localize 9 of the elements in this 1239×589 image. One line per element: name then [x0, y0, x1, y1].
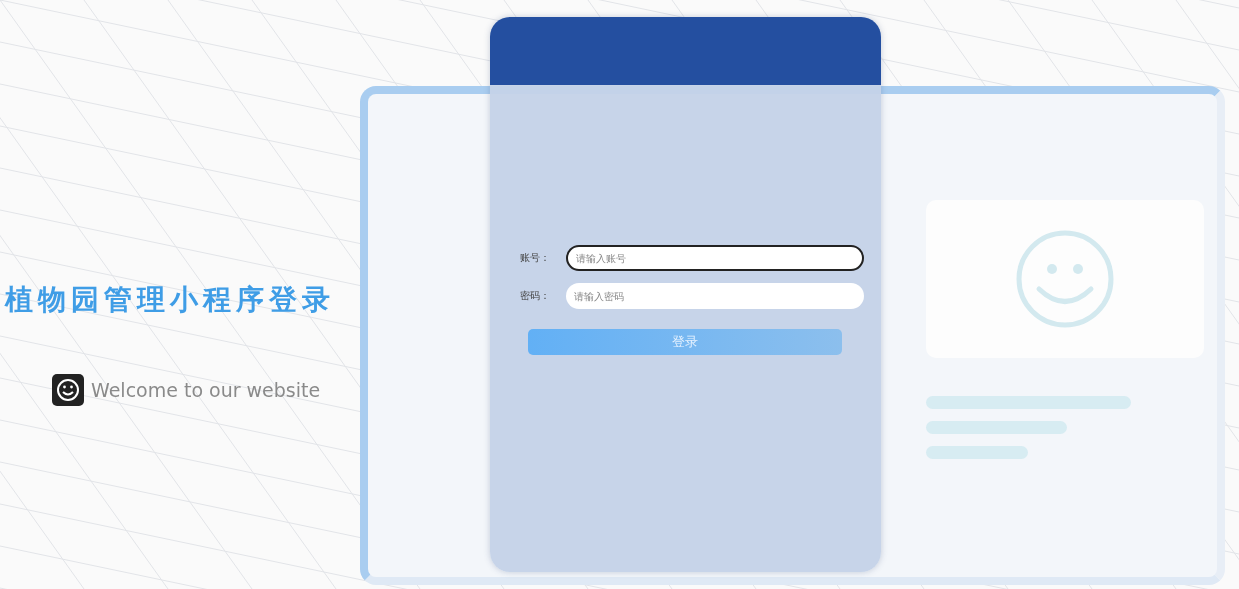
smiley-icon	[52, 374, 84, 406]
input-field[interactable]: 请输入密码	[566, 283, 864, 309]
login-button[interactable]: 登录	[528, 329, 842, 355]
field-label: 密码：	[520, 289, 551, 303]
welcome-text: Welcome to our website	[91, 379, 321, 401]
field-label: 账号：	[520, 251, 551, 265]
smiley-icon	[1015, 229, 1115, 329]
input-field[interactable]: 请输入账号	[566, 245, 864, 271]
page-title: 植物园管理小程序登录	[5, 282, 335, 318]
